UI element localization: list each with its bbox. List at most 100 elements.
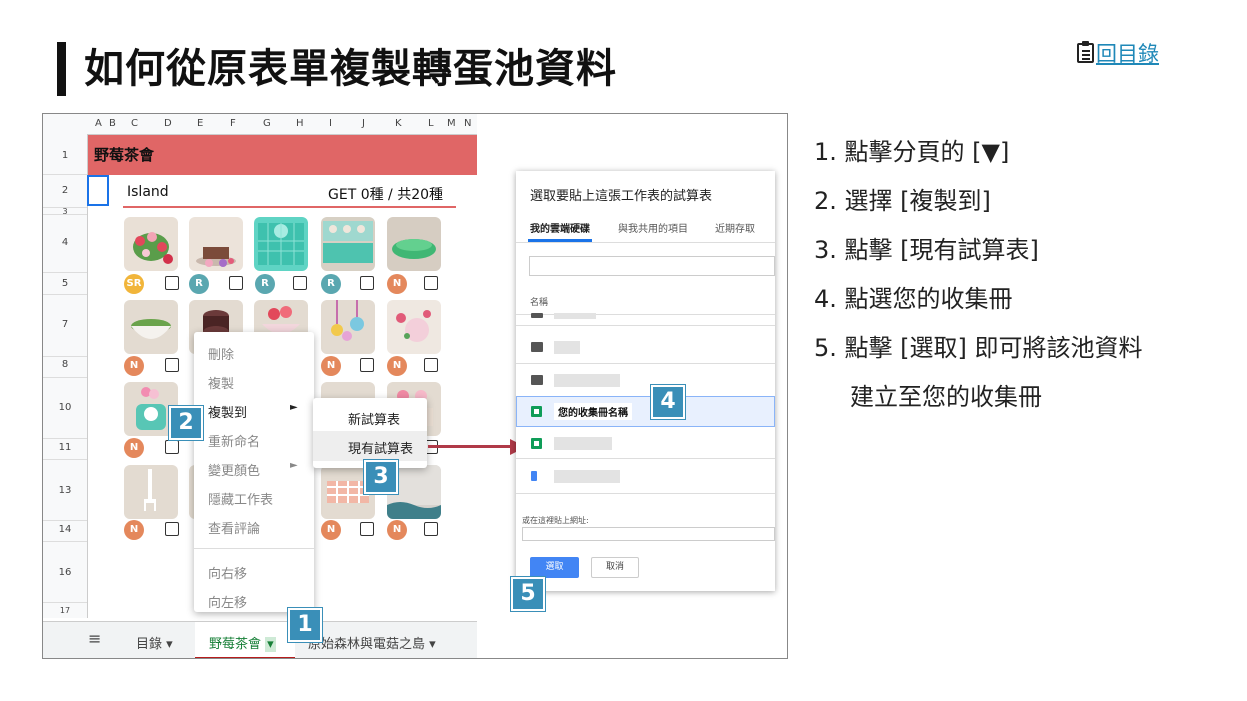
tab-recent[interactable]: 近期存取 — [715, 220, 755, 235]
tab-my-drive[interactable]: 我的雲端硬碟 — [530, 220, 590, 235]
column-header: A B C D E F G H I J K L M N — [43, 114, 477, 135]
shared-folder-icon[interactable] — [531, 375, 543, 385]
item-strawberry-bush — [124, 217, 178, 271]
menu-item-copy-to[interactable]: 複製到 — [208, 402, 247, 421]
col-m: M — [447, 118, 456, 129]
step-5-continued: 建立至您的收集冊 — [850, 383, 1042, 411]
col-e: E — [197, 118, 204, 129]
checkbox[interactable] — [424, 522, 438, 536]
step-2: 2. 選擇 [複製到] — [814, 187, 991, 215]
step-1: 1. 點擊分頁的 [▼] — [814, 138, 1010, 166]
checkbox[interactable] — [424, 276, 438, 290]
submenu-new-spreadsheet[interactable]: 新試算表 — [348, 409, 400, 428]
col-d: D — [164, 118, 172, 129]
menu-item-hide-sheet[interactable]: 隱藏工作表 — [208, 489, 273, 508]
sheet-banner: 野莓茶會 — [88, 135, 477, 175]
checkbox[interactable] — [165, 358, 179, 372]
callout-2: 2 — [169, 406, 203, 440]
menu-item-delete[interactable]: 刪除 — [208, 344, 234, 363]
caret-down-icon: ▾ — [429, 637, 436, 652]
checkbox[interactable] — [360, 358, 374, 372]
callout-1: 1 — [288, 608, 322, 642]
menu-item-move-right[interactable]: 向右移 — [208, 563, 247, 582]
tab-toc[interactable]: 目錄 ▾ — [136, 633, 173, 652]
toc-link[interactable]: 回目錄 — [1077, 38, 1159, 68]
submenu-arrow-icon: ► — [290, 402, 298, 413]
menu-item-change-color[interactable]: 變更顏色 — [208, 460, 260, 479]
select-spreadsheet-dialog: 選取要貼上這張工作表的試算表 我的雲端硬碟 與我共用的項目 近期存取 名稱 您的… — [516, 171, 775, 591]
url-input[interactable] — [522, 527, 775, 541]
checkbox[interactable] — [165, 276, 179, 290]
checkbox[interactable] — [229, 276, 243, 290]
row-14: 14 — [58, 524, 72, 535]
item-matcha-bowl — [124, 300, 178, 354]
rarity-badge: N — [124, 520, 144, 540]
caret-down-icon[interactable]: ▾ — [265, 637, 276, 652]
rarity-badge: N — [387, 520, 407, 540]
rarity-badge: N — [387, 274, 407, 294]
all-sheets-menu-icon[interactable]: ≡ — [88, 629, 101, 648]
select-button[interactable]: 選取 — [530, 557, 579, 578]
row-1: 1 — [61, 150, 69, 161]
search-input[interactable] — [529, 256, 775, 276]
tab-wild-berry-tea[interactable]: 野莓茶會 ▾ — [209, 633, 276, 652]
toc-link-label[interactable]: 回目錄 — [1096, 38, 1159, 68]
col-n: N — [464, 118, 472, 129]
spreadsheet-icon[interactable] — [531, 438, 542, 449]
row-header: 1 2 3 4 5 7 8 10 11 13 14 16 17 — [43, 134, 88, 618]
tab-forest-island-label: 原始森林與電菇之島 — [308, 637, 426, 652]
menu-item-duplicate[interactable]: 複製 — [208, 373, 234, 392]
checkbox[interactable] — [424, 358, 438, 372]
page-title: 如何從原表單複製轉蛋池資料 — [84, 46, 617, 92]
item-fork — [124, 465, 178, 519]
dialog-title: 選取要貼上這張工作表的試算表 — [530, 189, 713, 204]
tab-shared-with-me[interactable]: 與我共用的項目 — [618, 220, 688, 235]
folder-icon[interactable] — [531, 342, 543, 352]
row-5: 5 — [61, 278, 69, 289]
submenu-existing-spreadsheet[interactable]: 現有試算表 — [348, 438, 413, 457]
cancel-button[interactable]: 取消 — [591, 557, 639, 578]
checkbox[interactable] — [360, 522, 374, 536]
drive-file-icon[interactable] — [531, 471, 537, 481]
col-f: F — [230, 118, 236, 129]
checkbox[interactable] — [165, 522, 179, 536]
selected-file-name: 您的收集冊名稱 — [554, 403, 632, 420]
rarity-badge: N — [321, 520, 341, 540]
submenu-arrow-icon: ► — [290, 460, 298, 471]
context-menu: 刪除 複製 複製到 ► 重新命名 變更顏色 ► 隱藏工作表 查看評論 向右移 向… — [194, 332, 314, 612]
row-10: 10 — [58, 402, 72, 413]
checkbox[interactable] — [360, 276, 374, 290]
row-16: 16 — [58, 567, 72, 578]
menu-item-move-left[interactable]: 向左移 — [208, 592, 247, 611]
tab-forest-island[interactable]: 原始森林與電菇之島 ▾ — [308, 633, 436, 652]
row-11: 11 — [58, 442, 72, 453]
get-count: GET 0種 / 共20種 — [328, 187, 444, 203]
item-flower-teapot — [387, 300, 441, 354]
col-a: A — [95, 118, 102, 129]
arrow-line — [428, 445, 512, 448]
item-cake-stand — [189, 217, 243, 271]
col-b: B — [109, 118, 116, 129]
rarity-badge: N — [124, 356, 144, 376]
url-label: 或在這裡貼上網址: — [522, 516, 589, 525]
col-c: C — [131, 118, 138, 129]
item-hanging-charms — [321, 300, 375, 354]
col-k: K — [395, 118, 402, 129]
row-7: 7 — [61, 319, 69, 330]
checkbox[interactable] — [165, 440, 179, 454]
step-3: 3. 點擊 [現有試算表] — [814, 236, 1039, 264]
row-17: 17 — [59, 606, 71, 615]
screenshot-frame: A B C D E F G H I J K L M N 1 2 3 4 5 7 … — [42, 113, 788, 659]
redacted-name — [554, 313, 596, 319]
instruction-steps: 1. 點擊分頁的 [▼] 2. 選擇 [複製到] 3. 點擊 [現有試算表] 4… — [814, 128, 1234, 422]
clipboard-icon — [1077, 41, 1094, 63]
tab-toc-label: 目錄 — [136, 637, 163, 652]
checkbox[interactable] — [293, 276, 307, 290]
sheet-tab-bar: ≡ 目錄 ▾ 野莓茶會 ▾ 原始森林與電菇之島 ▾ — [43, 621, 477, 658]
selected-cell[interactable] — [87, 175, 109, 206]
heading-bar — [57, 42, 66, 96]
caret-down-icon: ▾ — [166, 637, 173, 652]
menu-item-rename[interactable]: 重新命名 — [208, 431, 260, 450]
menu-item-view-comments[interactable]: 查看評論 — [208, 518, 260, 537]
menu-divider — [194, 548, 314, 549]
